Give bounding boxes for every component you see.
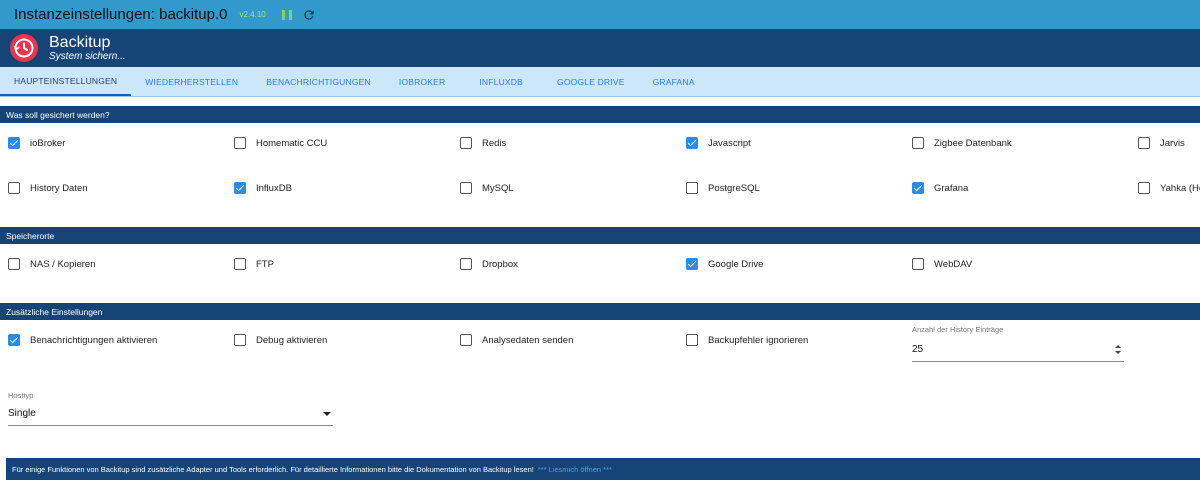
checkbox-unchecked-icon: [234, 137, 246, 149]
tab-haupteinstellungen[interactable]: HAUPTEINSTELLUNGEN: [0, 67, 132, 96]
tab-google-drive[interactable]: GOOGLE DRIVE: [543, 67, 639, 96]
window-title: Instanzeinstellungen: backitup.0: [14, 6, 228, 23]
checkbox-postgresql[interactable]: PostgreSQL: [686, 182, 760, 194]
history-count-label: Anzahl der History Einträge: [912, 325, 1004, 334]
checkbox-debug-aktivieren[interactable]: Debug aktivieren: [234, 334, 327, 346]
number-stepper-icon[interactable]: [1115, 345, 1121, 354]
checkbox-ftp[interactable]: FTP: [234, 258, 274, 270]
checkbox-grafana[interactable]: Grafana: [912, 182, 968, 194]
version-label: v2.4.10: [239, 10, 266, 19]
checkbox-influxdb[interactable]: InfluxDB: [234, 182, 292, 194]
checkbox-benachrichtigungen-aktivieren[interactable]: Benachrichtigungen aktivieren: [8, 334, 157, 346]
checkbox-unchecked-icon: [912, 258, 924, 270]
tab-benachrichtigungen[interactable]: BENACHRICHTIGUNGEN: [252, 67, 385, 96]
hosttype-label: Hosttyp: [8, 391, 34, 400]
checkbox-unchecked-icon: [912, 137, 924, 149]
checkbox-webdav[interactable]: WebDAV: [912, 258, 972, 270]
checkbox-checked-icon: [686, 137, 698, 149]
section-header-extra-settings: Zusätzliche Einstellungen: [0, 303, 1200, 320]
section-header-storage: Speicherorte: [0, 227, 1200, 244]
checkbox-unchecked-icon: [460, 258, 472, 270]
checkbox-jarvis[interactable]: Jarvis: [1138, 137, 1185, 149]
checkbox-checked-icon: [234, 182, 246, 194]
checkbox-analysedaten-senden[interactable]: Analysedaten senden: [460, 334, 573, 346]
checkbox-unchecked-icon: [234, 334, 246, 346]
checkbox-unchecked-icon: [8, 258, 20, 270]
checkbox-unchecked-icon: [460, 334, 472, 346]
checkbox-zigbee-datenbank[interactable]: Zigbee Datenbank: [912, 137, 1012, 149]
checkbox-unchecked-icon: [686, 182, 698, 194]
checkbox-checked-icon: [8, 334, 20, 346]
checkbox-redis[interactable]: Redis: [460, 137, 506, 149]
hosttype-value: Single: [8, 408, 36, 419]
adapter-subtitle: System sichern...: [49, 50, 126, 62]
checkbox-mysql[interactable]: MySQL: [460, 182, 514, 194]
checkbox-unchecked-icon: [686, 334, 698, 346]
tab-iobroker[interactable]: IOBROKER: [385, 67, 459, 96]
tab-wiederherstellen[interactable]: WIEDERHERSTELLEN: [131, 67, 252, 96]
checkbox-nas-kopieren[interactable]: NAS / Kopieren: [8, 258, 95, 270]
checkbox-dropbox[interactable]: Dropbox: [460, 258, 518, 270]
adapter-header: Backitup System sichern...: [0, 29, 1200, 67]
checkbox-iobroker[interactable]: ioBroker: [8, 137, 65, 149]
checkbox-backupfehler-ignorieren[interactable]: Backupfehler ignorieren: [686, 334, 808, 346]
dropdown-arrow-icon: [323, 411, 331, 416]
adapter-name: Backitup: [49, 33, 111, 51]
checkbox-unchecked-icon: [460, 137, 472, 149]
checkbox-yahka[interactable]: Yahka (Ho: [1138, 182, 1200, 194]
checkbox-unchecked-icon: [1138, 182, 1150, 194]
checkbox-unchecked-icon: [1138, 137, 1150, 149]
tab-influxdb[interactable]: INFLUXDB: [459, 67, 543, 96]
checkbox-javascript[interactable]: Javascript: [686, 137, 751, 149]
history-count-value: 25: [912, 344, 924, 355]
checkbox-homematic-ccu[interactable]: Homematic CCU: [234, 137, 327, 149]
checkbox-checked-icon: [912, 182, 924, 194]
checkbox-history-daten[interactable]: History Daten: [8, 182, 88, 194]
info-text: Für einige Funktionen von Backitup sind …: [12, 464, 534, 474]
checkbox-google-drive[interactable]: Google Drive: [686, 258, 763, 270]
backitup-logo-icon: [10, 34, 38, 62]
checkbox-unchecked-icon: [8, 182, 20, 194]
checkbox-unchecked-icon: [460, 182, 472, 194]
history-count-input[interactable]: 25: [912, 338, 1124, 362]
info-banner: Für einige Funktionen von Backitup sind …: [6, 458, 1200, 480]
section-header-backup-items: Was soll gesichert werden?: [0, 106, 1200, 123]
checkbox-unchecked-icon: [234, 258, 246, 270]
pause-icon[interactable]: [281, 9, 292, 21]
tab-bar: HAUPTEINSTELLUNGEN WIEDERHERSTELLEN BENA…: [0, 67, 1200, 97]
readme-link[interactable]: *** Liesmich öffnen ***: [538, 465, 612, 474]
checkbox-checked-icon: [686, 258, 698, 270]
reload-icon[interactable]: [302, 8, 316, 22]
checkbox-checked-icon: [8, 137, 20, 149]
title-bar: Instanzeinstellungen: backitup.0 v2.4.10: [0, 0, 1200, 29]
hosttype-select[interactable]: Single: [8, 402, 333, 426]
tab-grafana[interactable]: GRAFANA: [639, 67, 709, 96]
